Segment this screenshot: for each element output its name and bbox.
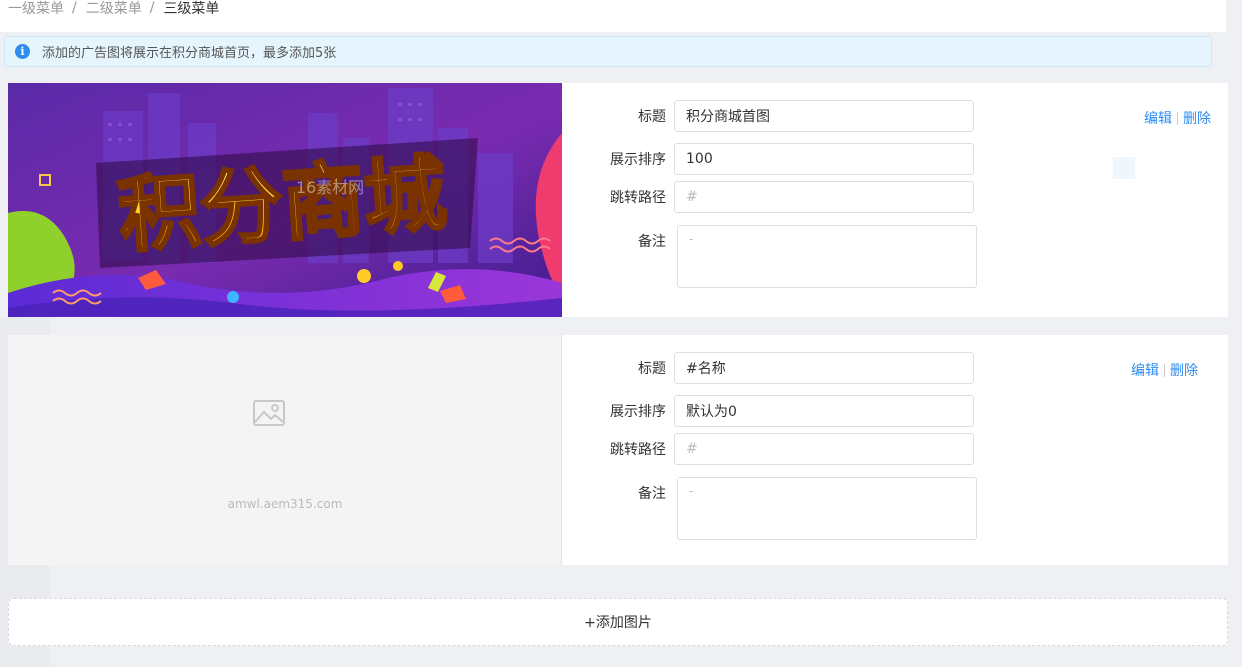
breadcrumb-item-level3: 三级菜单 xyxy=(163,1,220,17)
note-label: 备注 xyxy=(638,234,666,250)
order-input[interactable]: 100 xyxy=(674,143,974,175)
note-textarea[interactable]: - xyxy=(677,225,977,288)
delete-link[interactable]: 删除 xyxy=(1170,360,1198,380)
page: 一级菜单 / 二级菜单 / 三级菜单 i 添加的广告图将展示在积分商城首页，最多… xyxy=(0,0,1242,667)
path-input[interactable]: # xyxy=(674,433,974,465)
image-icon xyxy=(253,400,285,426)
title-label: 标题 xyxy=(638,361,666,377)
banner-image[interactable]: 积分商城 16素材网 xyxy=(8,83,562,317)
ad-card-1: 积分商城 16素材网 标题 积分商城首图 展示排序 100 跳转路径 # 备注 … xyxy=(8,83,1228,317)
ad-form-1: 标题 积分商城首图 展示排序 100 跳转路径 # 备注 - xyxy=(562,83,1022,317)
action-divider xyxy=(1177,111,1178,125)
info-icon: i xyxy=(15,44,30,59)
breadcrumb-separator: / xyxy=(149,0,155,16)
breadcrumb-item-level1[interactable]: 一级菜单 xyxy=(8,0,64,18)
edit-link[interactable]: 编辑 xyxy=(1131,360,1159,380)
order-input[interactable]: 默认为0 xyxy=(674,395,974,427)
ad-card-2: amwl.aem315.com 标题 #名称 展示排序 默认为0 跳转路径 # … xyxy=(8,335,1228,565)
path-input[interactable]: # xyxy=(674,181,974,213)
breadcrumb-bar: 一级菜单 / 二级菜单 / 三级菜单 xyxy=(0,0,1226,32)
info-alert: i 添加的广告图将展示在积分商城首页，最多添加5张 xyxy=(4,36,1212,67)
edit-link[interactable]: 编辑 xyxy=(1144,108,1172,128)
path-label: 跳转路径 xyxy=(610,190,666,206)
title-input[interactable]: 积分商城首图 xyxy=(674,100,974,132)
title-row: 标题 #名称 xyxy=(562,352,974,384)
order-label: 展示排序 xyxy=(610,152,666,168)
breadcrumb-separator: / xyxy=(72,0,77,16)
action-divider xyxy=(1164,363,1165,377)
alert-text: 添加的广告图将展示在积分商城首页，最多添加5张 xyxy=(42,46,337,61)
breadcrumb: 一级菜单 / 二级菜单 / 三级菜单 xyxy=(8,0,219,18)
order-row: 展示排序 默认为0 xyxy=(562,395,974,427)
path-row: 跳转路径 # xyxy=(562,181,974,213)
order-row: 展示排序 100 xyxy=(562,143,974,175)
note-textarea[interactable]: - xyxy=(677,477,977,540)
note-label: 备注 xyxy=(638,486,666,502)
title-label: 标题 xyxy=(638,109,666,125)
faint-square xyxy=(1113,157,1135,179)
breadcrumb-item-level2[interactable]: 二级菜单 xyxy=(86,0,142,18)
path-row: 跳转路径 # xyxy=(562,433,974,465)
delete-link[interactable]: 删除 xyxy=(1183,108,1211,128)
card-actions-2: 编辑 删除 xyxy=(1131,360,1198,380)
add-image-button[interactable]: +添加图片 xyxy=(8,598,1228,646)
banner-graphic: 积分商城 16素材网 xyxy=(8,83,562,317)
order-label: 展示排序 xyxy=(610,404,666,420)
image-placeholder[interactable]: amwl.aem315.com xyxy=(8,335,562,565)
note-row: 备注 - xyxy=(562,477,977,540)
note-row: 备注 - xyxy=(562,225,977,288)
card-actions-1: 编辑 删除 xyxy=(1144,108,1211,128)
placeholder-text: amwl.aem315.com xyxy=(227,497,343,511)
title-row: 标题 积分商城首图 xyxy=(562,100,974,132)
title-input[interactable]: #名称 xyxy=(674,352,974,384)
ad-form-2: 标题 #名称 展示排序 默认为0 跳转路径 # 备注 - xyxy=(562,335,1022,565)
path-label: 跳转路径 xyxy=(610,442,666,458)
banner-watermark: 16素材网 xyxy=(296,178,364,197)
